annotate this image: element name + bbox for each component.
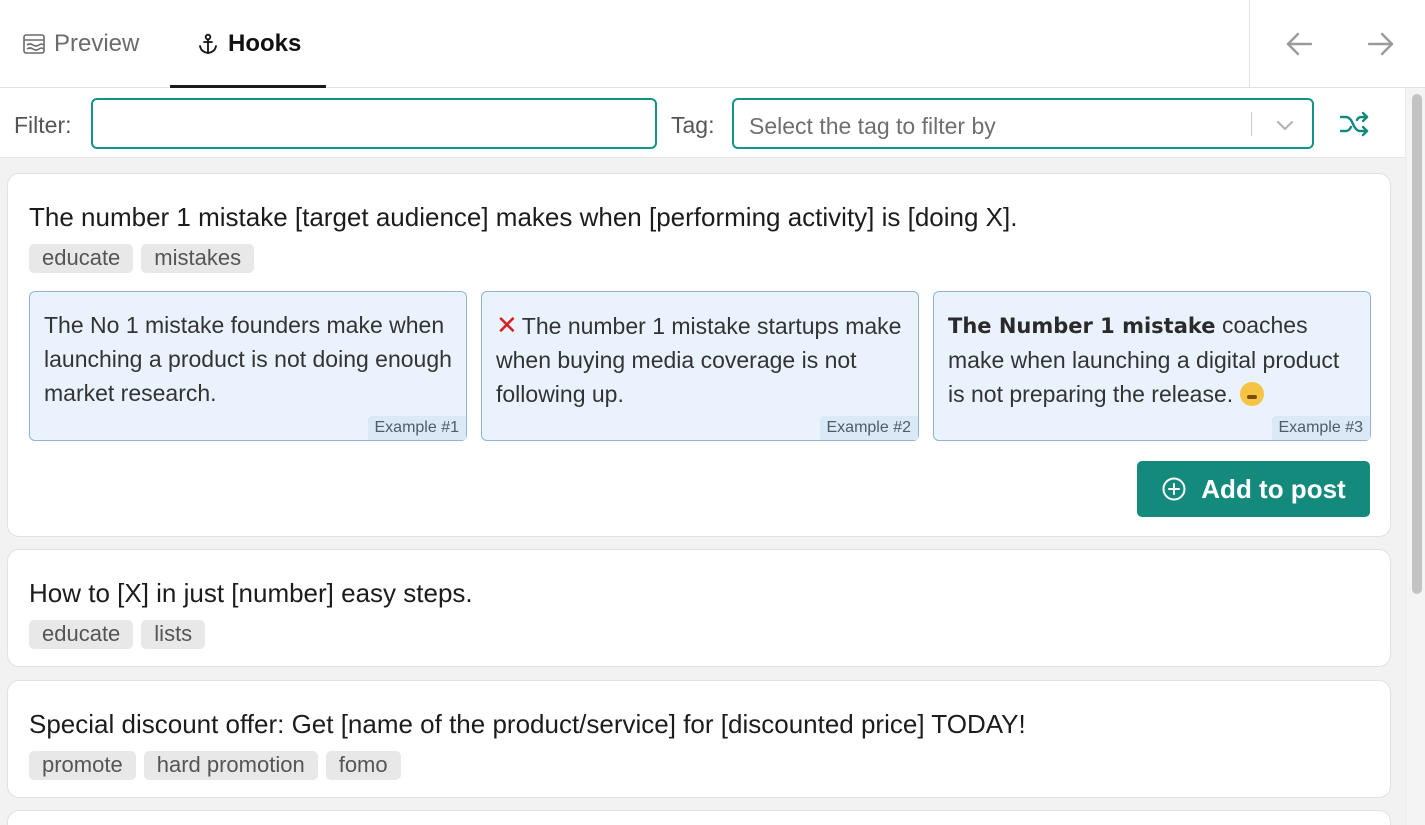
tab-preview-label: Preview xyxy=(54,30,140,57)
example-text: The number 1 mistake startups make when … xyxy=(496,313,902,407)
example-card[interactable]: The No 1 mistake founders make when laun… xyxy=(29,291,467,441)
chevron-down-icon[interactable] xyxy=(1272,112,1298,138)
tag-chip[interactable]: lists xyxy=(141,620,206,649)
example-card[interactable]: The Number 1 mistake coaches make when l… xyxy=(933,291,1371,441)
example-text-block: The Number 1 mistake coaches make when l… xyxy=(948,308,1358,411)
tag-chip[interactable]: hard promotion xyxy=(143,751,318,780)
example-text: The No 1 mistake founders make when laun… xyxy=(44,312,452,406)
tag-list: promote hard promotion fomo xyxy=(29,751,401,780)
hook-card[interactable] xyxy=(7,810,1391,825)
tab-preview[interactable]: Preview xyxy=(22,0,139,88)
add-to-post-button[interactable]: Add to post xyxy=(1137,461,1370,517)
example-badge: Example #3 xyxy=(1271,416,1370,440)
tab-bar: Preview Hooks xyxy=(0,0,1425,88)
tab-hooks-label: Hooks xyxy=(228,30,302,57)
scrollbar[interactable] xyxy=(1405,88,1425,825)
forward-button[interactable] xyxy=(1363,26,1399,62)
scrollbar-thumb[interactable] xyxy=(1412,94,1422,594)
cross-mark-icon: ✕ xyxy=(496,310,518,340)
add-to-post-label: Add to post xyxy=(1201,473,1346,504)
example-bold-text: The Number 1 mistake xyxy=(948,314,1216,338)
back-button[interactable] xyxy=(1281,26,1317,62)
example-badge: Example #1 xyxy=(367,416,466,440)
example-text-block: ✕ The number 1 mistake startups make when… xyxy=(496,308,906,411)
tag-list: educate lists xyxy=(29,620,206,649)
arrow-right-icon xyxy=(1367,32,1394,56)
filter-input[interactable] xyxy=(91,98,657,149)
tag-chip[interactable]: mistakes xyxy=(141,244,255,273)
tab-hooks[interactable]: Hooks xyxy=(170,0,326,88)
hook-card[interactable]: How to [X] in just [number] easy steps. … xyxy=(7,549,1391,667)
tag-select[interactable]: Select the tag to filter by xyxy=(732,98,1314,149)
exploding-head-emoji-icon xyxy=(1239,382,1264,406)
hook-card: The number 1 mistake [target audience] m… xyxy=(7,173,1391,537)
hook-title: Special discount offer: Get [name of the… xyxy=(29,709,1026,739)
hook-title: The number 1 mistake [target audience] m… xyxy=(29,202,1018,232)
tag-chip[interactable]: fomo xyxy=(325,751,401,780)
tag-label: Tag: xyxy=(671,112,715,138)
select-separator xyxy=(1251,112,1252,136)
shuffle-icon[interactable] xyxy=(1338,108,1370,140)
tag-select-placeholder: Select the tag to filter by xyxy=(749,113,996,139)
hook-title: How to [X] in just [number] easy steps. xyxy=(29,578,473,608)
anchor-icon xyxy=(196,32,220,56)
tag-chip[interactable]: educate xyxy=(29,244,134,273)
filter-label: Filter: xyxy=(14,112,72,138)
arrow-left-icon xyxy=(1286,32,1313,56)
divider xyxy=(1249,0,1250,88)
example-badge: Example #2 xyxy=(819,416,918,440)
tag-list: educate mistakes xyxy=(29,244,255,273)
hook-card[interactable]: Special discount offer: Get [name of the… xyxy=(7,680,1391,798)
filter-bar: Filter: Tag: Select the tag to filter by xyxy=(0,88,1405,158)
tag-chip[interactable]: educate xyxy=(29,620,134,649)
tag-chip[interactable]: promote xyxy=(29,751,136,780)
plus-circle-icon xyxy=(1162,477,1186,501)
example-card[interactable]: ✕ The number 1 mistake startups make when… xyxy=(481,291,919,441)
preview-icon xyxy=(22,32,46,56)
